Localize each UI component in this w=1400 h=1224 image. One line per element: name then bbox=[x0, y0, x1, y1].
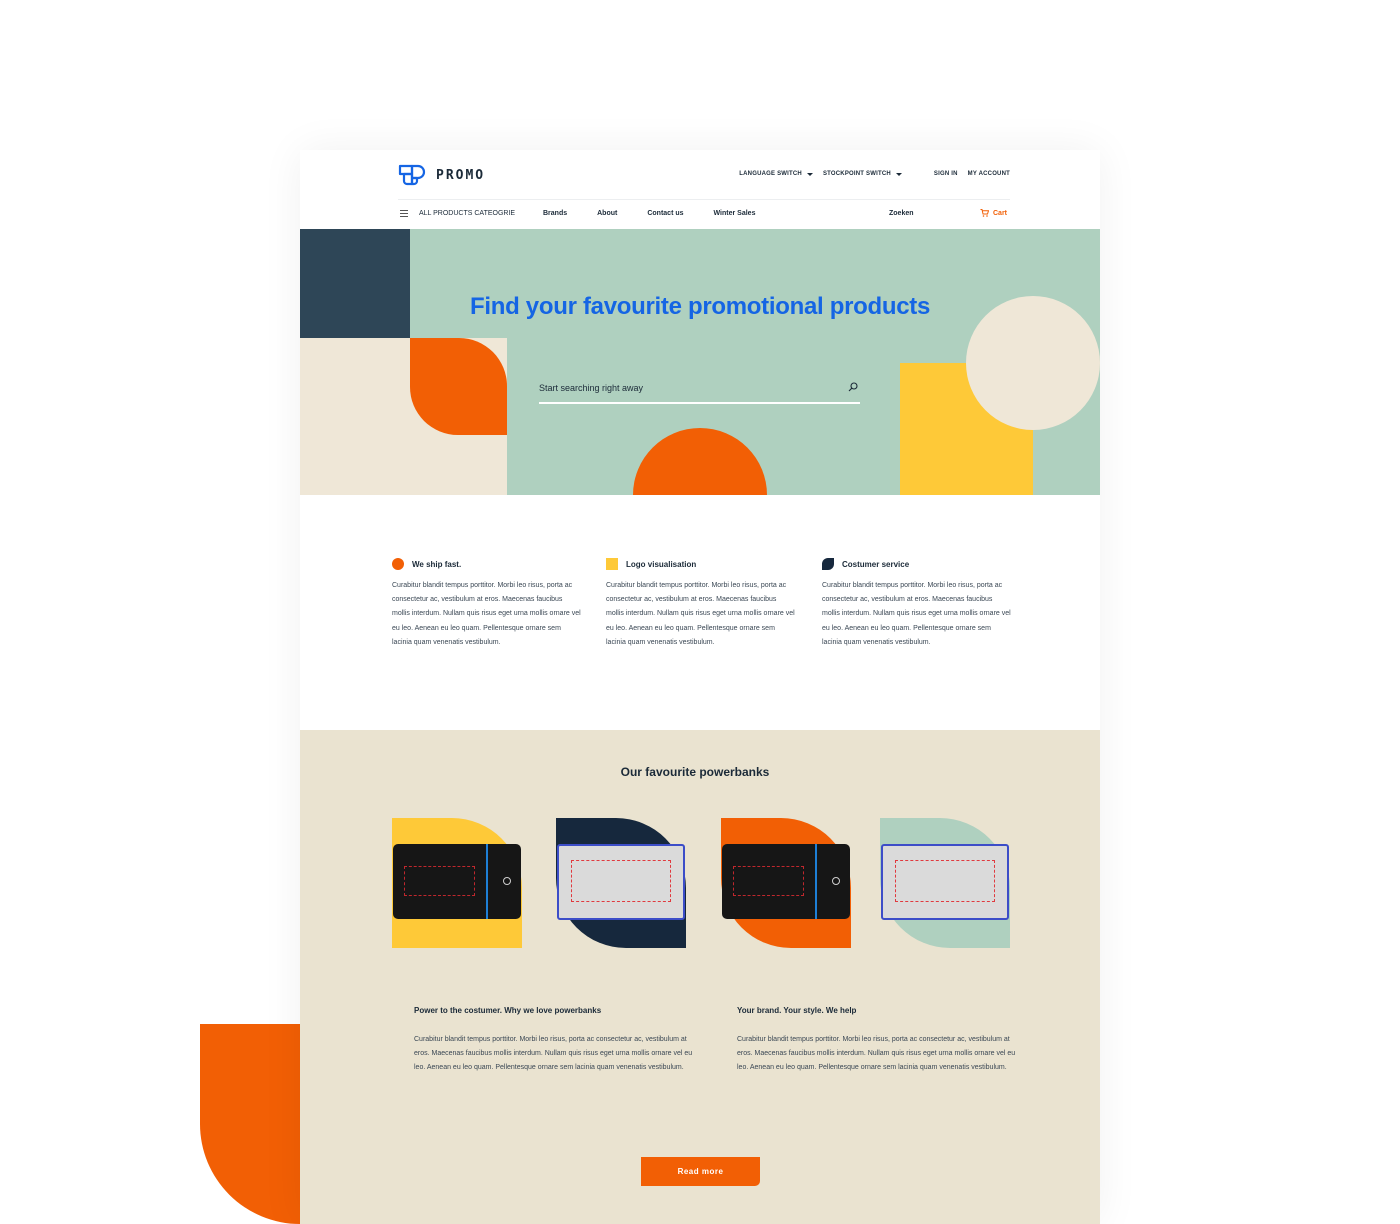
read-more-button[interactable]: Read more bbox=[641, 1157, 760, 1186]
product-card[interactable] bbox=[880, 818, 1010, 948]
main-nav: ALL PRODUCTS CATEOGRIE Brands About Cont… bbox=[300, 200, 1100, 229]
navy-leaf-icon bbox=[822, 558, 834, 570]
product-card[interactable] bbox=[392, 818, 522, 948]
stockpoint-switch-label: STOCKPOINT SWITCH bbox=[822, 171, 891, 177]
sign-in-link[interactable]: SIGN IN bbox=[934, 171, 958, 177]
nav-link-contact[interactable]: Contact us bbox=[647, 210, 683, 217]
article-powerbanks: Power to the costumer. Why we love power… bbox=[414, 1006, 694, 1076]
section-title: Our favourite powerbanks bbox=[620, 765, 770, 779]
feature-shipping: We ship fast. Curabitur blandit tempus p… bbox=[392, 558, 582, 650]
print-area bbox=[404, 866, 475, 896]
caret-down-icon bbox=[895, 172, 902, 176]
feature-customer-service: Costumer service Curabitur blandit tempu… bbox=[822, 558, 1012, 650]
feature-title: We ship fast. bbox=[412, 559, 462, 569]
hero-banner: Find your favourite promotional products bbox=[300, 229, 1100, 495]
black-powerbank-image bbox=[393, 844, 521, 919]
header-top-bar: PROMO LANGUAGE SWITCH STOCKPOINT SWITCH … bbox=[300, 150, 1100, 200]
stockpoint-switch[interactable]: STOCKPOINT SWITCH bbox=[823, 171, 902, 177]
logo[interactable]: PROMO bbox=[398, 164, 485, 186]
yellow-square-icon bbox=[606, 558, 618, 570]
nav-link-about[interactable]: About bbox=[597, 210, 617, 217]
caret-down-icon bbox=[806, 172, 813, 176]
my-account-link[interactable]: MY ACCOUNT bbox=[968, 171, 1010, 177]
cart-icon bbox=[980, 209, 989, 217]
top-links: LANGUAGE SWITCH STOCKPOINT SWITCH SIGN I… bbox=[729, 171, 1010, 177]
print-area bbox=[733, 866, 804, 896]
all-products-menu[interactable]: ALL PRODUCTS CATEOGRIE bbox=[400, 210, 515, 217]
powerbanks-section: Our favourite powerbanks Power to the co… bbox=[300, 730, 1100, 1224]
power-button-icon bbox=[503, 877, 511, 885]
logo-icon bbox=[398, 164, 426, 186]
article-title: Power to the costumer. Why we love power… bbox=[414, 1006, 602, 1015]
product-card[interactable] bbox=[721, 818, 851, 948]
nav-links: Brands About Contact us Winter Sales bbox=[543, 210, 785, 217]
product-card[interactable] bbox=[556, 818, 686, 948]
feature-text: Curabitur blandit tempus porttitor. Morb… bbox=[822, 582, 1011, 646]
orange-circle-icon bbox=[392, 558, 404, 570]
hero-shape-orange-semicircle bbox=[633, 428, 767, 495]
article-brand-style: Your brand. Your style. We help Curabitu… bbox=[737, 1006, 1017, 1076]
hero-search-input[interactable] bbox=[539, 383, 829, 393]
feature-text: Curabitur blandit tempus porttitor. Morb… bbox=[392, 582, 581, 646]
language-switch[interactable]: LANGUAGE SWITCH bbox=[739, 171, 813, 177]
nav-link-brands[interactable]: Brands bbox=[543, 210, 567, 217]
article-title: Your brand. Your style. We help bbox=[737, 1006, 857, 1015]
power-button-icon bbox=[832, 877, 840, 885]
hamburger-icon bbox=[400, 210, 408, 217]
language-switch-label: LANGUAGE SWITCH bbox=[739, 171, 802, 177]
search-icon[interactable] bbox=[848, 382, 858, 392]
article-text: Curabitur blandit tempus porttitor. Morb… bbox=[737, 1036, 1016, 1072]
hero-search-bar bbox=[539, 377, 860, 404]
decorative-orange-leaf bbox=[200, 1024, 300, 1224]
article-text: Curabitur blandit tempus porttitor. Morb… bbox=[414, 1036, 693, 1072]
cart-label: Cart bbox=[993, 209, 1008, 217]
search-link[interactable]: Zoeken bbox=[889, 210, 914, 217]
hero-shape-orange-leaf bbox=[410, 338, 507, 435]
white-powerbank-image bbox=[881, 844, 1009, 920]
black-powerbank-image bbox=[722, 844, 850, 919]
all-products-label: ALL PRODUCTS CATEOGRIE bbox=[419, 210, 516, 217]
print-area bbox=[895, 860, 995, 902]
logo-text: PROMO bbox=[436, 167, 486, 183]
features-section: We ship fast. Curabitur blandit tempus p… bbox=[300, 495, 1100, 730]
white-powerbank-image bbox=[557, 844, 685, 920]
feature-text: Curabitur blandit tempus porttitor. Morb… bbox=[606, 582, 795, 646]
hero-shape-dark-square bbox=[300, 229, 410, 338]
website-page: PROMO LANGUAGE SWITCH STOCKPOINT SWITCH … bbox=[300, 150, 1100, 1224]
cart-link[interactable]: Cart bbox=[980, 209, 1007, 217]
print-area bbox=[571, 860, 671, 902]
hero-title: Find your favourite promotional products bbox=[469, 293, 930, 320]
feature-title: Logo visualisation bbox=[626, 559, 697, 569]
feature-title: Costumer service bbox=[842, 559, 910, 569]
nav-link-winter-sales[interactable]: Winter Sales bbox=[714, 210, 756, 217]
feature-logo-visualisation: Logo visualisation Curabitur blandit tem… bbox=[606, 558, 796, 650]
